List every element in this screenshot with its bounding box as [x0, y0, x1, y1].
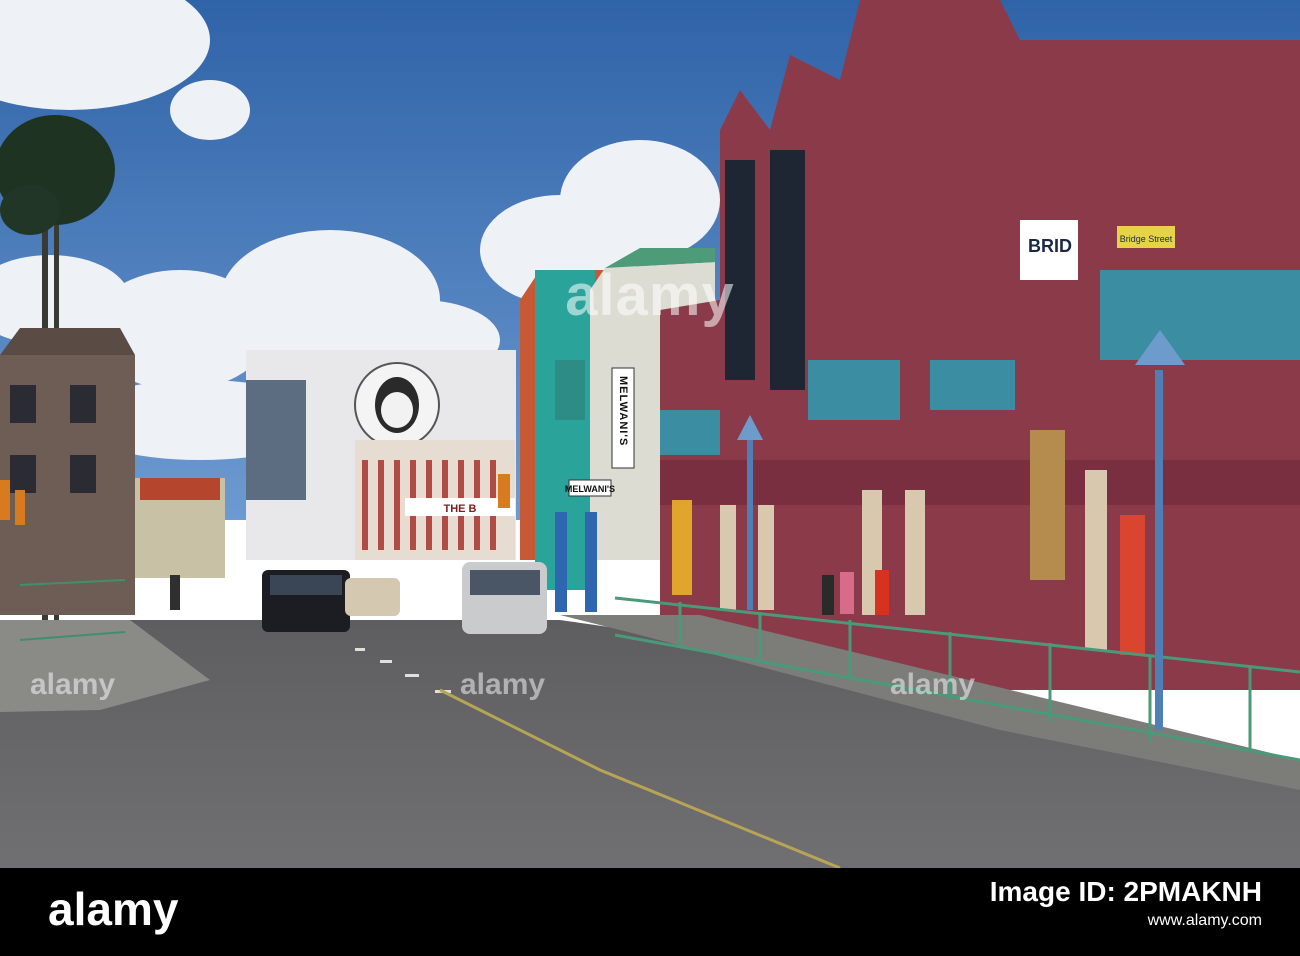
black-suv — [262, 570, 350, 632]
stone-building-left — [0, 328, 135, 615]
alamy-url[interactable]: www.alamy.com — [990, 910, 1262, 932]
store-sign-the-b: THE B — [444, 503, 477, 515]
street-scene: THE B MELWANI'S MELWANI'S BRID Bridge St… — [0, 0, 1300, 868]
beige-car — [345, 578, 400, 616]
street-photo: THE B MELWANI'S MELWANI'S BRID Bridge St… — [0, 0, 1300, 868]
striped-storefront: THE B — [355, 440, 515, 560]
melwanis-vertical-sign: MELWANI'S — [617, 376, 629, 446]
stock-photo-page: THE B MELWANI'S MELWANI'S BRID Bridge St… — [0, 0, 1300, 956]
silver-van — [462, 562, 547, 634]
bridge-street-sign: BRID — [1028, 236, 1072, 256]
image-id-block: Image ID: 2PMAKNH www.alamy.com — [990, 874, 1262, 932]
bridge-street-subsign: Bridge Street — [1120, 234, 1173, 244]
footer-bar: alamy Image ID: 2PMAKNH www.alamy.com — [0, 868, 1300, 956]
melwanis-horizontal-sign: MELWANI'S — [565, 484, 615, 494]
alamy-logo[interactable]: alamy — [48, 882, 178, 936]
image-id: Image ID: 2PMAKNH — [989, 876, 1262, 907]
